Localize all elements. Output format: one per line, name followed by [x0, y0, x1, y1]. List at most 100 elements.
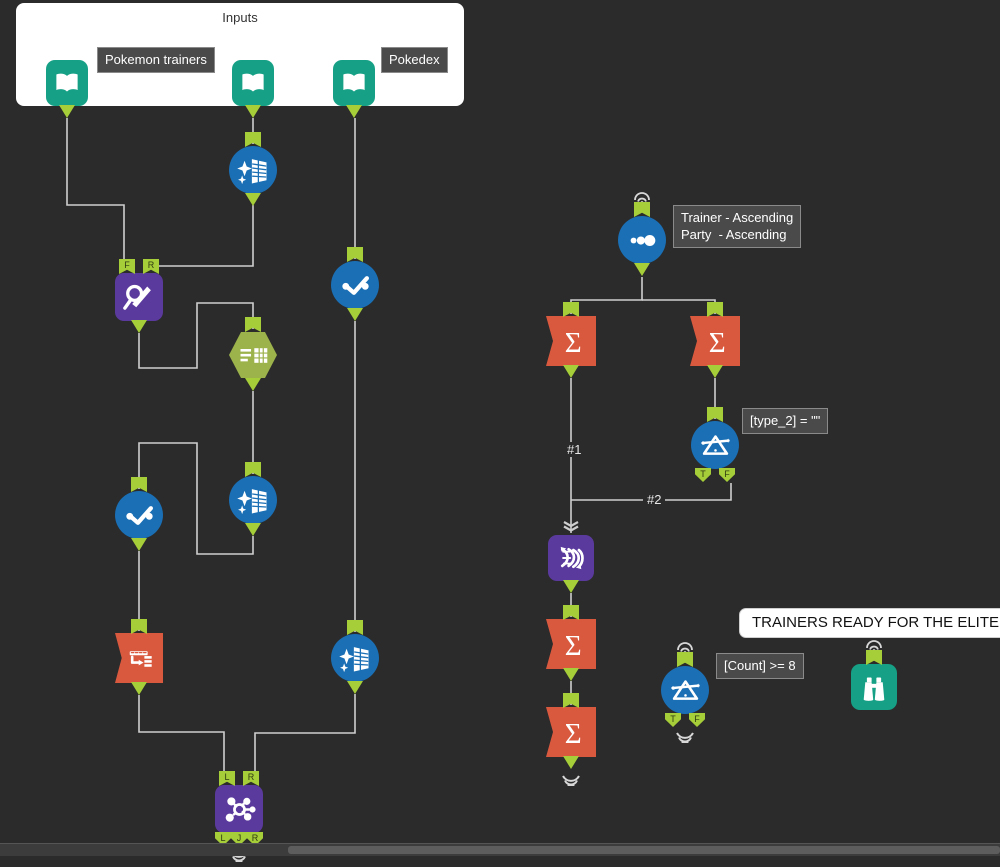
- summarize-tool-2[interactable]: Σ: [690, 302, 740, 378]
- unique-tool-1-input-port[interactable]: [347, 247, 363, 262]
- select-tool-output-port[interactable]: [245, 378, 261, 391]
- unique-tool-1-output-port[interactable]: [347, 308, 363, 321]
- annotation-trainers-ready[interactable]: TRAINERS READY FOR THE ELITE 4: [739, 608, 1000, 638]
- unique-tool-2-output-port[interactable]: [131, 538, 147, 551]
- filter-tool-type2-input-port[interactable]: [707, 407, 723, 422]
- sort-tool[interactable]: [618, 192, 666, 276]
- data-cleansing-tool-2-body[interactable]: [229, 476, 277, 524]
- unique-tool-2-input-port[interactable]: [131, 477, 147, 492]
- summarize-tool-2-input-port[interactable]: [707, 302, 723, 317]
- summarize-tool-4-output-port[interactable]: [563, 756, 579, 769]
- filter-tool-type2[interactable]: TF: [691, 407, 739, 482]
- summarize-tool-2-output-port[interactable]: [707, 365, 723, 378]
- filter-tool-count-output-port-t[interactable]: [665, 713, 681, 727]
- join-tool-body[interactable]: [215, 785, 263, 833]
- text-to-columns-tool-output-port[interactable]: [131, 682, 147, 695]
- summarize-tool-2-body[interactable]: Σ: [690, 316, 740, 366]
- summarize-tool-1-body[interactable]: Σ: [546, 316, 596, 366]
- text-to-columns-tool-input-port[interactable]: [131, 619, 147, 634]
- input-tool-pokemon-trainers-output-port[interactable]: [59, 105, 75, 118]
- find-replace-tool[interactable]: FR: [115, 259, 163, 333]
- annotation-sort-config[interactable]: Trainer - Ascending Party - Ascending: [673, 205, 802, 248]
- scrollbar-thumb[interactable]: [288, 846, 1000, 854]
- wire-label-union-2: #2: [643, 492, 666, 507]
- output-waves-icon: [562, 775, 580, 788]
- sort-tool-body[interactable]: [618, 216, 666, 264]
- filter-tool-count[interactable]: TF: [661, 642, 709, 745]
- unique-tool-1-body[interactable]: [331, 261, 379, 309]
- select-tool-input-port[interactable]: [245, 317, 261, 332]
- text-to-columns-tool-body[interactable]: [115, 633, 163, 683]
- filter-tool-count-output-port-f[interactable]: [689, 713, 705, 727]
- annotation-filter-count[interactable]: [Count] >= 8: [716, 653, 804, 679]
- filter-tool-count-body[interactable]: [661, 666, 709, 714]
- summarize-tool-3-output-port[interactable]: [563, 668, 579, 681]
- multi-input-port[interactable]: [562, 520, 580, 532]
- transpose-icon: [560, 546, 584, 570]
- filter-tool-type2-output-port-f[interactable]: [719, 468, 735, 482]
- data-cleansing-tool-1-input-port[interactable]: [245, 132, 261, 147]
- unique-tool-2[interactable]: [115, 477, 163, 551]
- select-tool[interactable]: [229, 317, 277, 391]
- summarize-tool-4[interactable]: Σ: [546, 693, 596, 788]
- annotation-filter-type2[interactable]: [type_2] = "": [742, 408, 829, 434]
- sort-tool-input-port[interactable]: [634, 202, 650, 217]
- sort-tool-output-port[interactable]: [634, 263, 650, 276]
- summarize-tool-3[interactable]: Σ: [546, 605, 596, 681]
- browse-tool[interactable]: [851, 640, 897, 710]
- annotation-pokedex[interactable]: Pokedex: [381, 47, 448, 73]
- join-tool-input-port-r[interactable]: [243, 771, 259, 786]
- input-tool-pokedex-body[interactable]: [333, 60, 375, 106]
- multi-input-port-icon: [563, 521, 579, 532]
- data-cleansing-tool-2-input-port[interactable]: [245, 462, 261, 477]
- select-tool-body[interactable]: [229, 331, 277, 379]
- output-waves: [561, 773, 581, 788]
- summarize-tool-1-input-port[interactable]: [563, 302, 579, 317]
- transpose-tool[interactable]: [548, 521, 594, 593]
- data-cleansing-tool-2[interactable]: [229, 462, 277, 536]
- data-cleansing-tool-2-output-port[interactable]: [245, 523, 261, 536]
- input-tool-pokedex-output-port[interactable]: [346, 105, 362, 118]
- input-tool-pokemon-trainers[interactable]: [46, 60, 88, 118]
- summarize-tool-4-input-port[interactable]: [563, 693, 579, 708]
- data-cleansing-tool-1-output-port[interactable]: [245, 193, 261, 206]
- transpose-tool-output-port[interactable]: [563, 580, 579, 593]
- workflow-canvas[interactable]: Inputs F R L R L J R Σ Σ T F Σ Σ T F Pokemon trainers Pok…: [0, 0, 1000, 864]
- transpose-tool-body[interactable]: [548, 535, 594, 581]
- annotation-pokemon-trainers[interactable]: Pokemon trainers: [97, 47, 215, 73]
- data-cleansing-tool-3-input-port[interactable]: [347, 620, 363, 635]
- summarize-tool-1[interactable]: Σ: [546, 302, 596, 378]
- summarize-tool-4-body[interactable]: Σ: [546, 707, 596, 757]
- join-tool[interactable]: LRLJR: [215, 771, 263, 864]
- summarize-tool-1-output-port[interactable]: [563, 365, 579, 378]
- input-tool-pokemon-trainers-body[interactable]: [46, 60, 88, 106]
- input-data-icon: [242, 73, 264, 92]
- input-tool-middle-body[interactable]: [232, 60, 274, 106]
- browse-tool-input-port[interactable]: [866, 650, 882, 665]
- filter-tool-type2-body[interactable]: [691, 421, 739, 469]
- summarize-icon: Σ: [564, 326, 581, 358]
- find-replace-tool-input-port-r[interactable]: [143, 259, 159, 274]
- input-tool-pokedex[interactable]: [333, 60, 375, 118]
- unique-tool-2-body[interactable]: [115, 491, 163, 539]
- data-cleansing-tool-3[interactable]: [331, 620, 379, 694]
- unique-tool-1[interactable]: [331, 247, 379, 321]
- find-replace-tool-body[interactable]: [115, 273, 163, 321]
- browse-tool-body[interactable]: [851, 664, 897, 710]
- input-tool-middle-output-port[interactable]: [245, 105, 261, 118]
- data-cleansing-tool-3-body[interactable]: [331, 634, 379, 682]
- horizontal-scrollbar[interactable]: [0, 843, 1000, 856]
- find-replace-tool-output-port[interactable]: [131, 320, 147, 333]
- summarize-tool-3-body[interactable]: Σ: [546, 619, 596, 669]
- summarize-tool-3-input-port[interactable]: [563, 605, 579, 620]
- input-tool-middle[interactable]: [232, 60, 274, 118]
- data-cleansing-tool-1[interactable]: [229, 132, 277, 206]
- data-cleansing-tool-1-body[interactable]: [229, 146, 277, 194]
- wireless-antenna: [865, 638, 883, 652]
- text-to-columns-tool[interactable]: [115, 619, 163, 695]
- filter-tool-count-input-port[interactable]: [677, 652, 693, 667]
- data-cleansing-tool-3-output-port[interactable]: [347, 681, 363, 694]
- find-replace-tool-input-port-f[interactable]: [119, 259, 135, 274]
- join-tool-input-port-l[interactable]: [219, 771, 235, 786]
- filter-tool-type2-output-port-t[interactable]: [695, 468, 711, 482]
